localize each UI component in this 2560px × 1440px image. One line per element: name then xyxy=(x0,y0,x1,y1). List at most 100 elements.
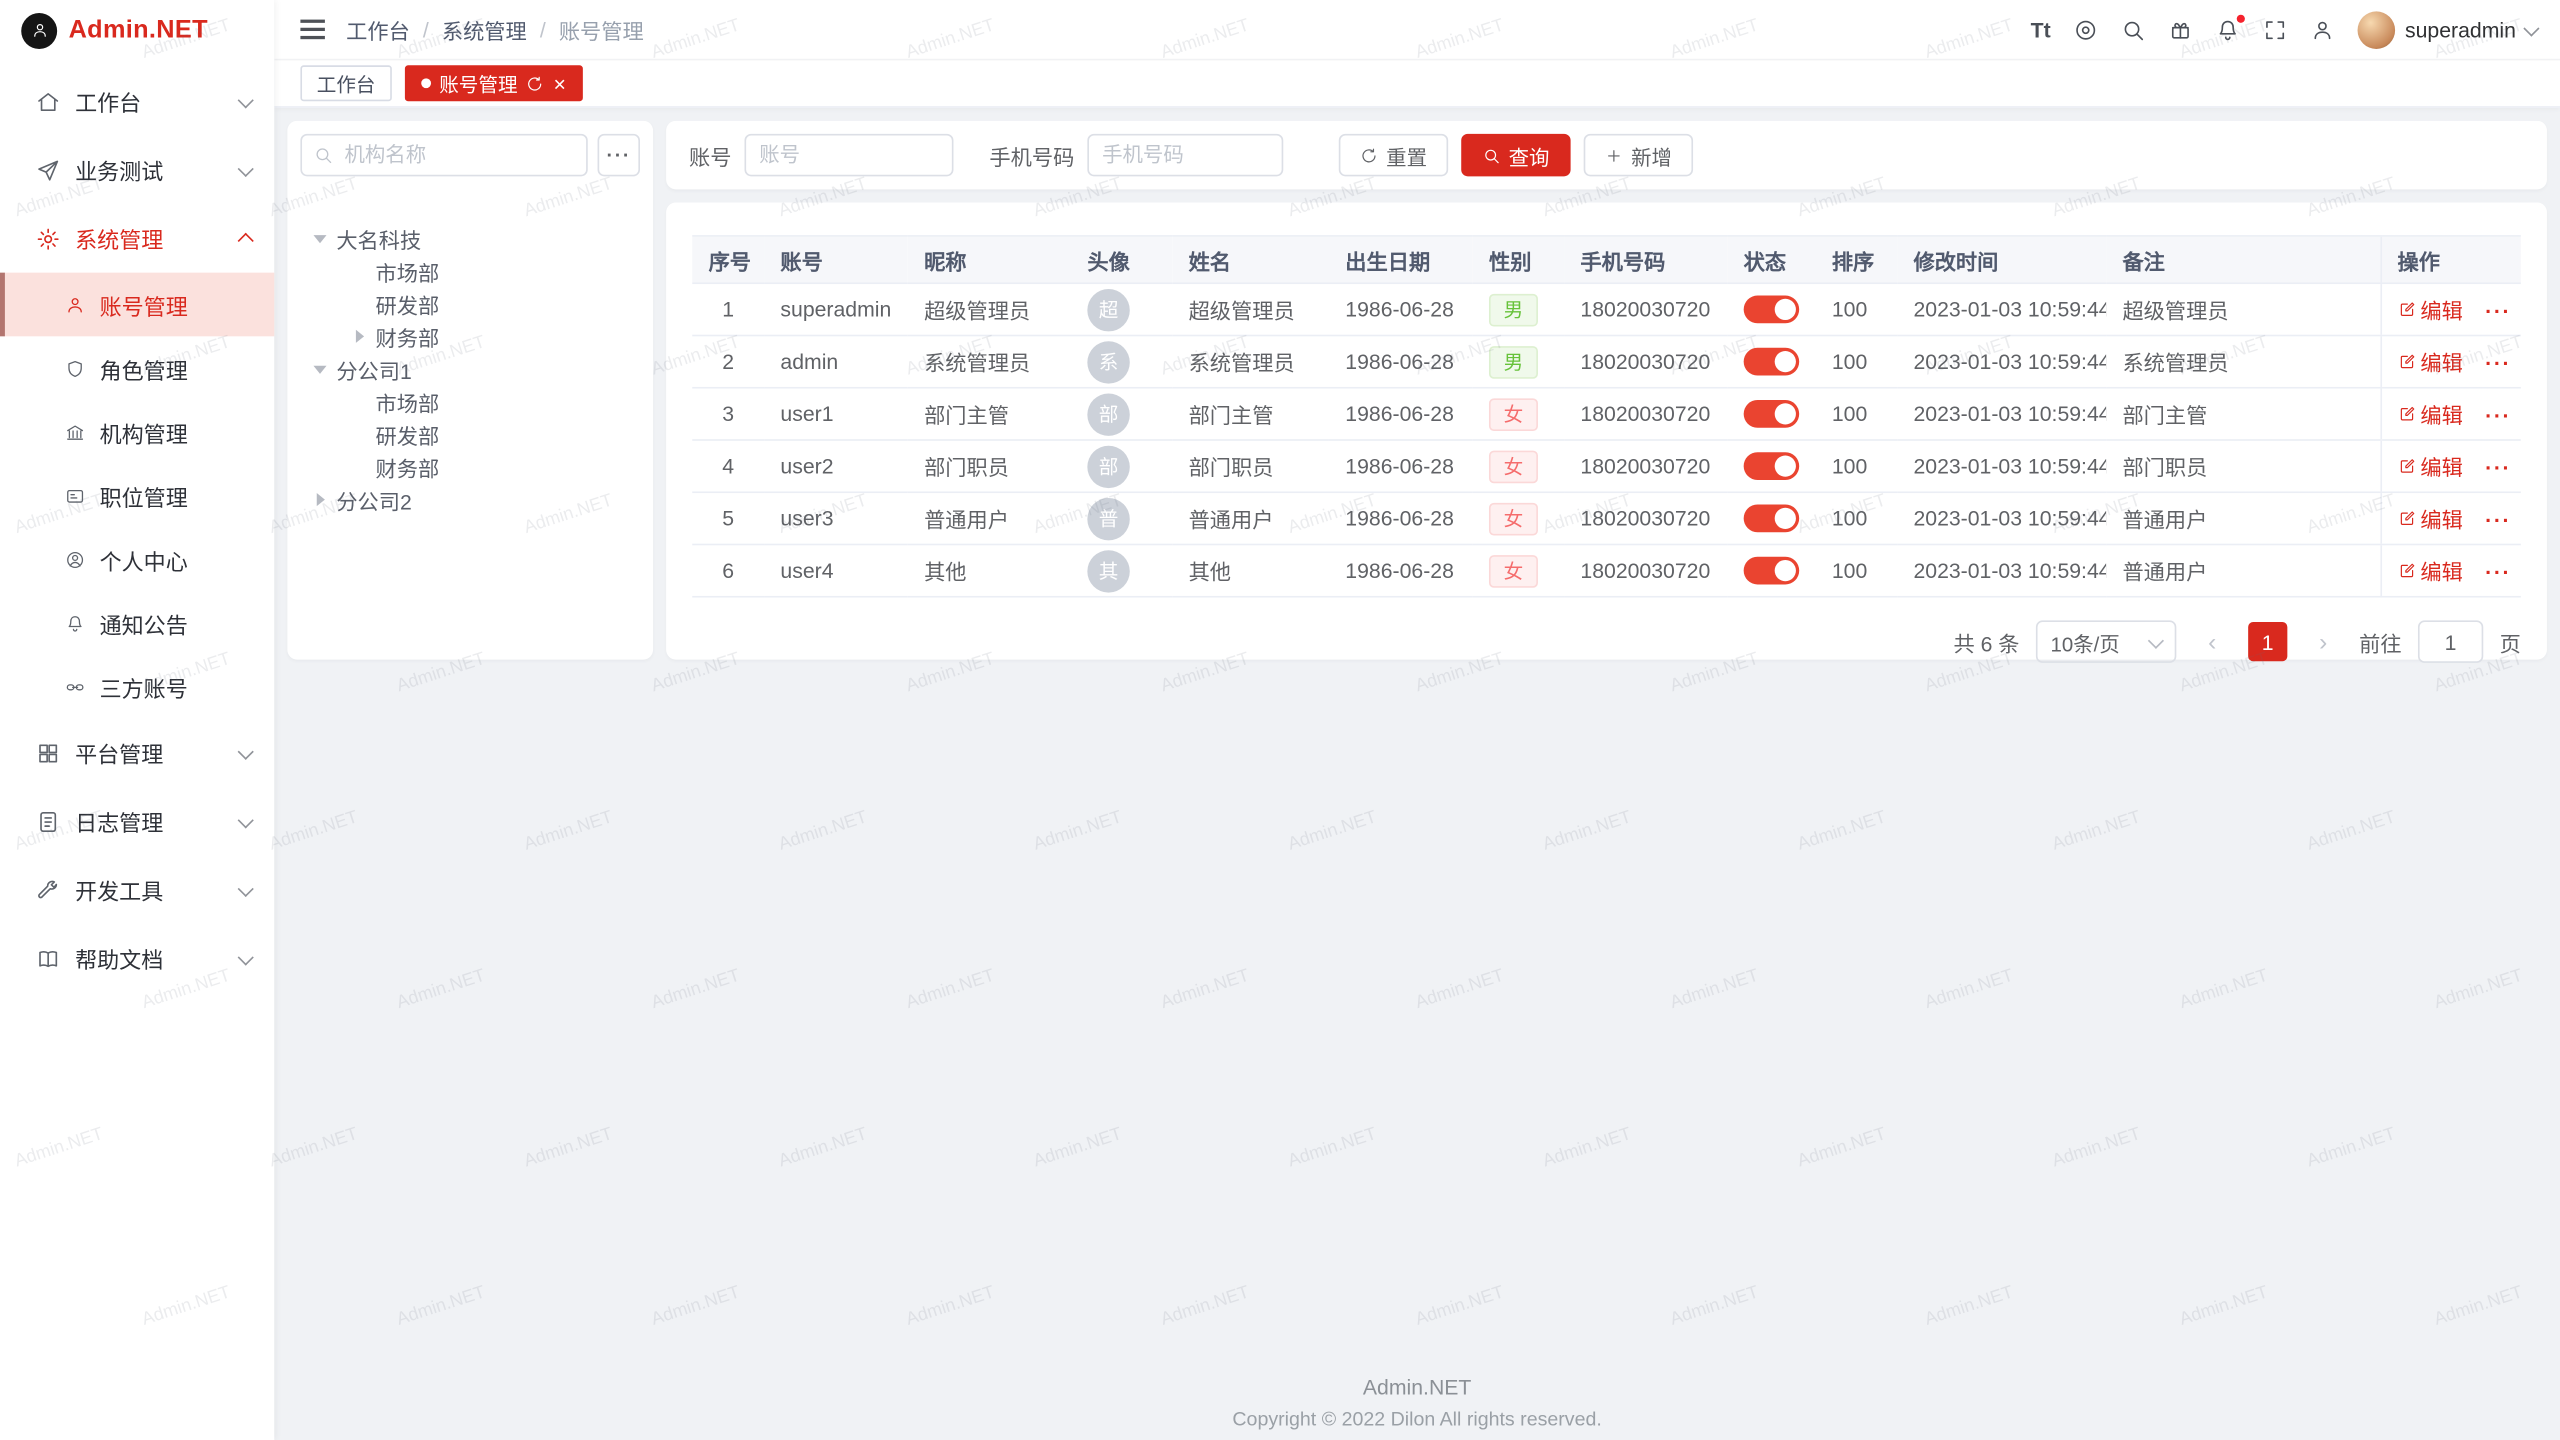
caret-right-icon[interactable] xyxy=(310,493,330,506)
sidebar-item-account-mgmt[interactable]: 账号管理 xyxy=(0,273,274,337)
edit-button[interactable]: 编辑 xyxy=(2398,555,2463,586)
tree-node[interactable]: 大名科技 xyxy=(300,222,640,255)
org-name-input[interactable] xyxy=(302,144,586,167)
cell-status xyxy=(1727,283,1815,335)
col-no: 序号 xyxy=(692,236,764,283)
search-icon[interactable] xyxy=(2121,17,2145,41)
more-actions-button[interactable]: ··· xyxy=(2485,351,2511,375)
prev-page-button[interactable]: ‹ xyxy=(2193,622,2232,661)
cell-nickname: 普通用户 xyxy=(908,492,1071,544)
cell-phone: 18020030720 xyxy=(1564,544,1727,596)
cell-order: 100 xyxy=(1816,544,1898,596)
breadcrumb-item[interactable]: 系统管理 xyxy=(442,14,527,45)
tree-node[interactable]: 市场部 xyxy=(300,385,640,418)
fullscreen-icon[interactable] xyxy=(2263,17,2287,41)
tree-node[interactable]: 财务部 xyxy=(300,320,640,353)
cell-avatar: 普 xyxy=(1071,492,1172,544)
more-actions-button[interactable]: ··· xyxy=(2485,403,2511,427)
org-more-button[interactable]: ··· xyxy=(598,134,640,176)
breadcrumb-separator: / xyxy=(540,17,546,41)
goto-page-input[interactable] xyxy=(2420,629,2482,653)
edit-button[interactable]: 编辑 xyxy=(2398,294,2463,325)
sidebar-item-system-mgmt[interactable]: 系统管理 xyxy=(0,204,274,273)
page-number-button[interactable]: 1 xyxy=(2248,622,2287,661)
notification-bell-icon[interactable] xyxy=(2216,17,2240,41)
more-actions-button[interactable]: ··· xyxy=(2485,456,2511,480)
edit-button[interactable]: 编辑 xyxy=(2398,503,2463,534)
sidebar-item-label: 机构管理 xyxy=(100,416,188,449)
status-toggle[interactable] xyxy=(1744,296,1800,324)
tree-node[interactable]: 研发部 xyxy=(300,287,640,320)
org-tree: 大名科技 市场部 研发部 财务部 xyxy=(300,222,640,516)
sidebar-item-org-mgmt[interactable]: 机构管理 xyxy=(0,400,274,464)
sidebar-item-workbench[interactable]: 工作台 xyxy=(0,67,274,136)
tab-label: 账号管理 xyxy=(439,69,517,97)
tab-workbench[interactable]: 工作台 xyxy=(300,65,391,101)
next-page-button[interactable]: › xyxy=(2304,622,2343,661)
edit-button[interactable]: 编辑 xyxy=(2398,346,2463,377)
cell-birth: 1986-06-28 xyxy=(1329,492,1473,544)
sidebar-item-business-test[interactable]: 业务测试 xyxy=(0,136,274,205)
cell-name: 超级管理员 xyxy=(1172,283,1329,335)
tree-node[interactable]: 研发部 xyxy=(300,418,640,451)
sidebar-item-platform-mgmt[interactable]: 平台管理 xyxy=(0,718,274,787)
cell-status xyxy=(1727,336,1815,388)
tab-account-mgmt[interactable]: 账号管理 × xyxy=(405,65,582,101)
skin-icon[interactable] xyxy=(2168,17,2192,41)
cell-account: superadmin xyxy=(764,283,908,335)
cell-status xyxy=(1727,440,1815,492)
more-actions-button[interactable]: ··· xyxy=(2485,299,2511,323)
phone-label: 手机号码 xyxy=(989,140,1074,171)
hamburger-menu-icon[interactable] xyxy=(297,28,328,31)
gender-badge: 女 xyxy=(1489,502,1538,535)
user-settings-icon[interactable] xyxy=(2310,17,2334,41)
close-icon[interactable]: × xyxy=(554,73,566,94)
home-icon xyxy=(36,89,60,113)
user-circle-icon xyxy=(65,549,85,569)
status-toggle[interactable] xyxy=(1744,348,1800,376)
sidebar-item-dev-tools[interactable]: 开发工具 xyxy=(0,856,274,925)
account-input[interactable] xyxy=(746,144,952,167)
sidebar-item-position-mgmt[interactable]: 职位管理 xyxy=(0,464,274,528)
caret-down-icon[interactable] xyxy=(310,234,330,242)
tree-node[interactable]: 分公司1 xyxy=(300,353,640,386)
tree-node[interactable]: 市场部 xyxy=(300,255,640,288)
tree-node[interactable]: 财务部 xyxy=(300,451,640,484)
edit-button[interactable]: 编辑 xyxy=(2398,398,2463,429)
sidebar-item-profile-center[interactable]: 个人中心 xyxy=(0,527,274,591)
query-button[interactable]: 查询 xyxy=(1461,134,1570,176)
user-menu[interactable]: superadmin xyxy=(2358,11,2537,49)
tree-node[interactable]: 分公司2 xyxy=(300,483,640,516)
footer-title: Admin.NET xyxy=(274,1375,2560,1399)
cell-gender: 男 xyxy=(1473,336,1564,388)
edit-button[interactable]: 编辑 xyxy=(2398,451,2463,482)
status-toggle[interactable] xyxy=(1744,505,1800,533)
sidebar-item-third-party-account[interactable]: 三方账号 xyxy=(0,655,274,719)
status-toggle[interactable] xyxy=(1744,557,1800,585)
avatar xyxy=(2358,11,2396,49)
refresh-icon[interactable] xyxy=(526,74,544,92)
sidebar-item-label: 账号管理 xyxy=(100,288,188,321)
status-toggle[interactable] xyxy=(1744,400,1800,428)
caret-down-icon[interactable] xyxy=(310,365,330,373)
reset-button[interactable]: 重置 xyxy=(1339,134,1448,176)
phone-input[interactable] xyxy=(1089,144,1282,167)
cell-remark: 普通用户 xyxy=(2106,544,2380,596)
status-toggle[interactable] xyxy=(1744,452,1800,480)
sidebar-item-log-mgmt[interactable]: 日志管理 xyxy=(0,787,274,856)
font-size-icon[interactable]: Tt xyxy=(2031,17,2051,41)
cell-actions: 编辑 ··· xyxy=(2380,388,2520,440)
more-actions-button[interactable]: ··· xyxy=(2485,508,2511,532)
theme-icon[interactable] xyxy=(2074,17,2098,41)
more-actions-button[interactable]: ··· xyxy=(2485,560,2511,584)
add-button[interactable]: 新增 xyxy=(1584,134,1693,176)
page-size-select[interactable]: 10条/页 xyxy=(2036,620,2176,662)
breadcrumb-item[interactable]: 工作台 xyxy=(346,14,410,45)
caret-right-icon[interactable] xyxy=(349,330,369,343)
org-tree-panel: ··· 大名科技 市场部 研发部 xyxy=(287,121,653,660)
cell-no: 6 xyxy=(692,544,764,596)
sidebar-item-notice[interactable]: 通知公告 xyxy=(0,591,274,655)
sidebar-item-help-docs[interactable]: 帮助文档 xyxy=(0,924,274,993)
sidebar-item-role-mgmt[interactable]: 角色管理 xyxy=(0,336,274,400)
topbar-actions: Tt superadmin xyxy=(2031,11,2537,49)
